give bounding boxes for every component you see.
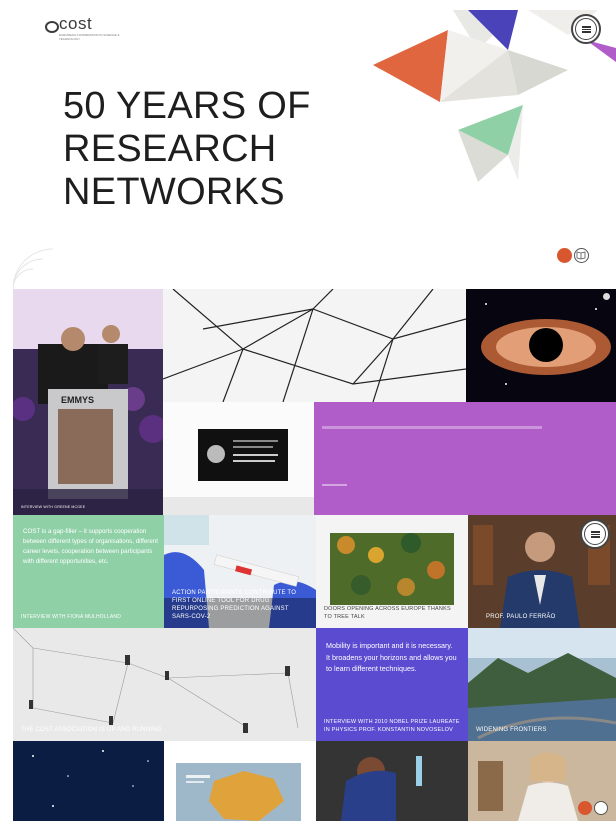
tile-prof-ferrao[interactable]: PROF. PAULO FERRÃO [468,515,616,628]
tile-europe-map[interactable] [164,741,316,821]
logo-text: cost [59,14,93,33]
logo-subtext: European Cooperation in Science & Techno… [59,33,120,41]
page: cost European Cooperation in Science & T… [13,10,616,821]
logo-ring-icon [45,21,59,33]
grid-view-button[interactable] [557,248,572,263]
tile-caption: THE COST ASSOCIATION IS UP AND RUNNING [21,727,162,733]
tile-stars[interactable] [13,741,164,821]
book-view-button[interactable] [574,248,589,263]
landscape-photo [468,628,616,741]
tile-drug-repurposing[interactable]: ACTION PARTICIPANTS CONTRIBUTE TO FIRST … [164,515,316,628]
gap-filler-quote: COST is a gap-filler – it supports coope… [23,528,158,565]
book-view-button[interactable] [594,801,608,815]
tile-emmys-photo[interactable]: EMMYS INTERVIEW WITH GREENE MCGEE [13,289,163,515]
tile-mobility-quote[interactable]: Mobility is important and it is necessar… [316,628,468,741]
tile-black-hole[interactable] [466,289,616,402]
book-icon [576,251,586,260]
europe-map-image [164,741,316,821]
triangle-orange [373,30,448,102]
scientist-photo [316,741,468,821]
tile-widening-frontiers[interactable]: WIDENING FRONTIERS [468,628,616,741]
svg-text:EMMYS: EMMYS [61,395,94,405]
grid-view-button[interactable] [578,801,592,815]
menu-button[interactable] [580,519,610,549]
tile-caption: INTERVIEW WITH FIONA MULHOLLAND [21,614,122,620]
tile-video-quote[interactable] [163,402,314,515]
tile-cost-association[interactable]: THE COST ASSOCIATION IS UP AND RUNNING [13,628,316,741]
info-icon[interactable] [603,293,610,300]
tile-caption: DOORS OPENING ACROSS EUROPE THANKS TO TR… [324,606,451,620]
menu-icon [590,530,600,538]
purple-tile-link[interactable] [322,484,347,486]
mobility-quote: Mobility is important and it is necessar… [326,641,457,673]
hero-title: 50 YEARS OF RESEARCH NETWORKS [63,85,311,213]
emmys-photo: EMMYS [13,289,163,515]
network-lines-image [163,289,466,402]
connected-people-photo [13,628,316,741]
triangle-pale-3 [508,50,568,95]
menu-button[interactable] [571,14,601,44]
tile-network-lines[interactable] [163,289,466,402]
tile-caption: WIDENING FRONTIERS [476,727,547,733]
black-hole-image [466,289,616,402]
hero-section: cost European Cooperation in Science & T… [13,10,616,289]
starfield-image [13,741,164,821]
tile-woman-speaker[interactable] [468,741,616,821]
tile-purple-text[interactable] [314,402,616,515]
signal-waves-icon [13,248,53,289]
tile-caption: PROF. PAULO FERRÃO [486,614,556,620]
video-thumbnail [163,402,314,515]
purple-tile-text [322,426,542,429]
tile-caption: INTERVIEW WITH GREENE MCGEE [21,505,86,509]
tile-gap-filler[interactable]: COST is a gap-filler – it supports coope… [13,515,164,628]
tile-tree-talk[interactable]: DOORS OPENING ACROSS EUROPE THANKS TO TR… [316,515,468,628]
tile-lab-scientist[interactable] [316,741,468,821]
tile-caption: ACTION PARTICIPANTS CONTRIBUTE TO FIRST … [172,590,297,620]
menu-icon [581,25,591,33]
tile-caption: INTERVIEW WITH 2010 NOBEL PRIZE LAUREATE… [324,719,460,733]
